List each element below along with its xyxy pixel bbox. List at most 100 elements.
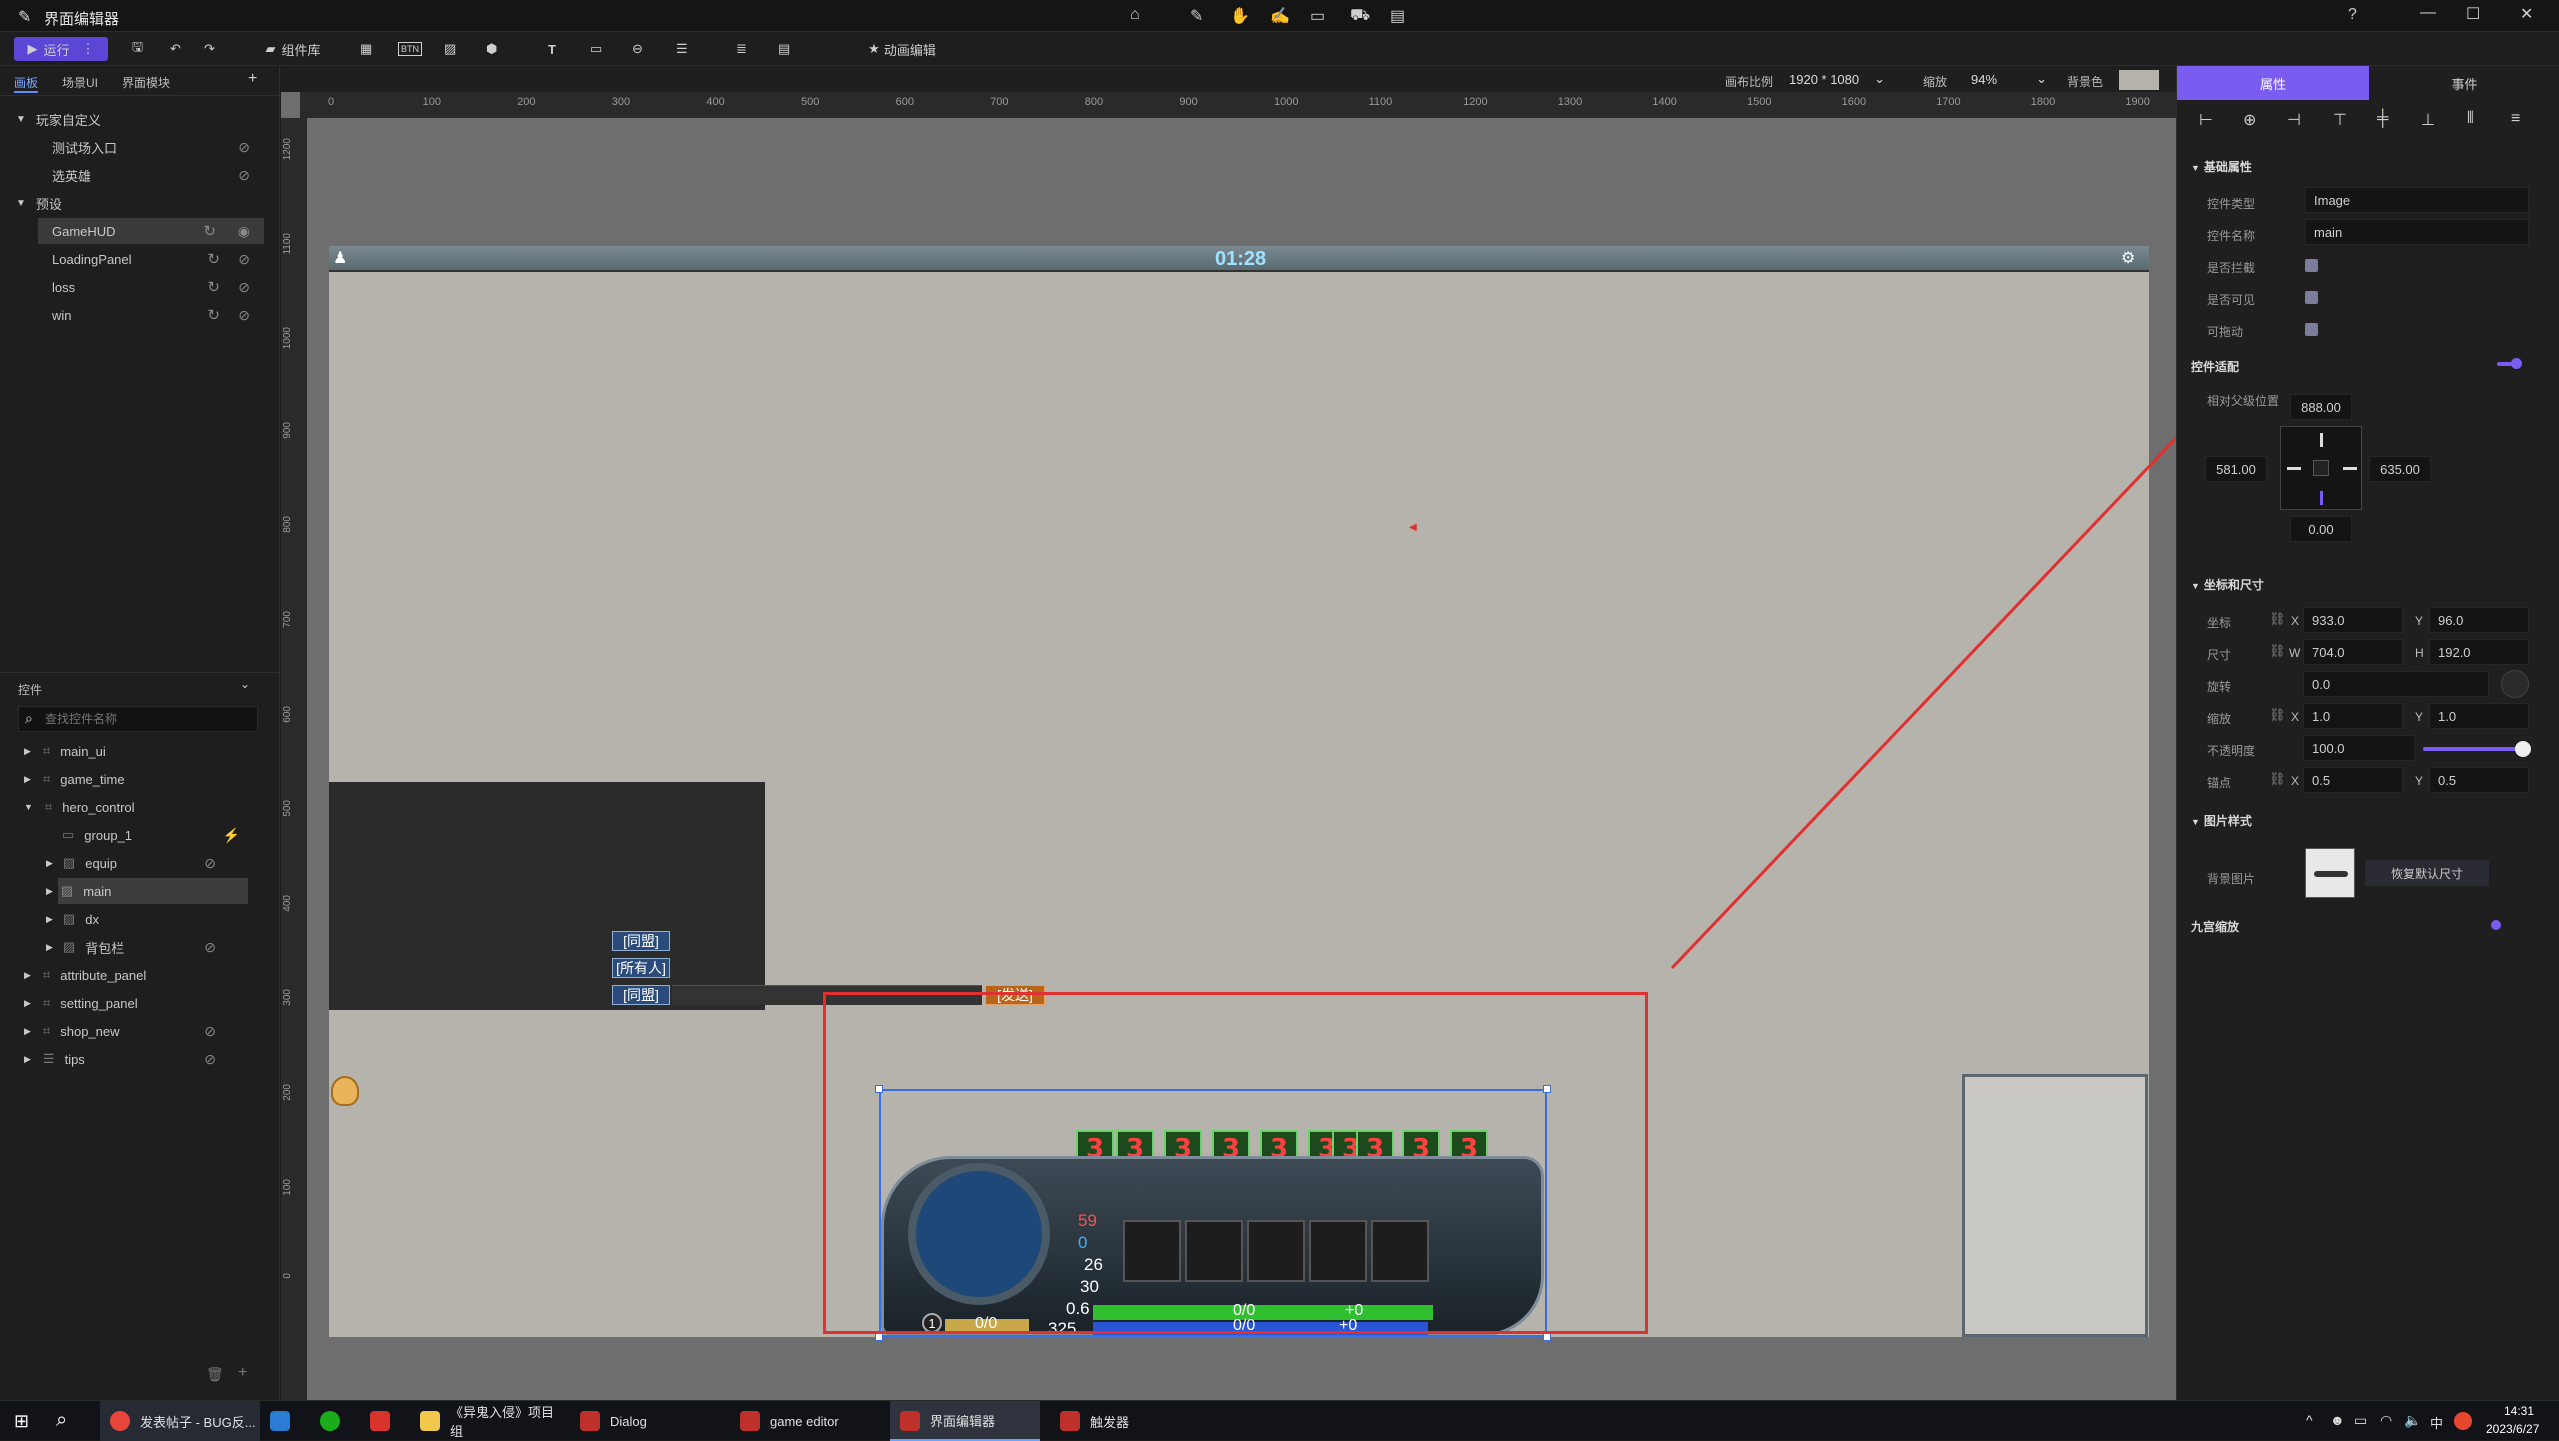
tray-app-icon[interactable]: ☻ xyxy=(2330,1412,2345,1428)
taskbar-app[interactable]: 发表帖子 - BUG反... xyxy=(100,1401,260,1441)
restore-size-button[interactable]: 恢复默认尺寸 xyxy=(2365,860,2489,886)
visible-checkbox[interactable] xyxy=(2305,291,2318,304)
x-label: X xyxy=(2291,614,2300,628)
pos-y-field[interactable]: 96.0 xyxy=(2429,607,2529,633)
draggable-checkbox[interactable] xyxy=(2305,323,2318,336)
windows-start-icon[interactable]: ⊞ xyxy=(14,1411,29,1432)
link-icon[interactable]: ⛓ xyxy=(2269,643,2286,659)
name-label: 控件名称 xyxy=(2207,229,2256,243)
scale-x-field[interactable]: 1.0 xyxy=(2303,703,2403,729)
tab-events[interactable]: 事件 xyxy=(2369,66,2559,100)
nine-slice-toggle[interactable] xyxy=(2491,920,2501,930)
editor-icon xyxy=(740,1411,760,1431)
taskbar-app[interactable]: 触发器 xyxy=(1050,1401,1200,1441)
taskbar: ⊞ ⌕ 发表帖子 - BUG反... 《异鬼入侵》项目组 Dialog game… xyxy=(0,1400,2559,1441)
distribute-h-icon[interactable]: ⫴ xyxy=(2467,110,2474,128)
link-icon[interactable]: ⛓ xyxy=(2269,771,2286,787)
pivot-x-field[interactable]: 0.5 xyxy=(2303,767,2403,793)
anchor-bottom-bar xyxy=(2320,491,2323,505)
align-top-icon[interactable]: ⊤ xyxy=(2333,110,2347,130)
x-label: X xyxy=(2291,774,2300,788)
anchor-bottom-field[interactable]: 0.00 xyxy=(2290,516,2352,542)
taskbar-app-label: 《异鬼入侵》项目组 xyxy=(450,1405,555,1439)
section-coords[interactable]: ▼ 坐标和尺寸 xyxy=(2191,576,2264,593)
opacity-field[interactable]: 100.0 xyxy=(2303,735,2415,761)
anchor-widget[interactable] xyxy=(2280,426,2362,510)
taskbar-app-active[interactable]: 界面编辑器 xyxy=(890,1401,1040,1441)
type-label: 控件类型 xyxy=(2207,197,2256,211)
align-bottom-icon[interactable]: ⊥ xyxy=(2421,110,2435,130)
size-w-field[interactable]: 704.0 xyxy=(2303,639,2403,665)
section-coords-title: 坐标和尺寸 xyxy=(2203,578,2264,592)
scale-y-field[interactable]: 1.0 xyxy=(2429,703,2529,729)
y-label: Y xyxy=(2415,614,2424,628)
opacity-slider[interactable] xyxy=(2423,747,2523,751)
wifi-icon[interactable]: ◠ xyxy=(2380,1412,2392,1429)
size-h-field[interactable]: 192.0 xyxy=(2429,639,2529,665)
clock-time: 14:31 xyxy=(2504,1404,2535,1418)
scale-label: 缩放 xyxy=(2207,712,2232,726)
editor-icon xyxy=(1060,1411,1080,1431)
nine-slice-label: 九宫缩放 xyxy=(2191,920,2240,934)
taskbar-app[interactable]: Dialog xyxy=(570,1401,720,1441)
align-right-icon[interactable]: ⊣ xyxy=(2287,110,2301,130)
rotation-field[interactable]: 0.0 xyxy=(2303,671,2489,697)
bg-image-thumbnail[interactable] xyxy=(2305,848,2355,898)
adapt-toggle-knob xyxy=(2511,358,2522,369)
wechat-icon[interactable] xyxy=(320,1411,340,1431)
rotation-label: 旋转 xyxy=(2207,680,2232,694)
y-label: Y xyxy=(2415,710,2424,724)
section-image[interactable]: ▼ 图片样式 xyxy=(2191,812,2252,829)
anchor-right-field[interactable]: 635.00 xyxy=(2369,456,2431,482)
align-left-icon[interactable]: ⊢ xyxy=(2199,110,2213,130)
ime-indicator[interactable]: 中 xyxy=(2430,1413,2443,1432)
link-icon[interactable]: ⛓ xyxy=(2269,611,2286,627)
section-basic[interactable]: ▼ 基础属性 xyxy=(2191,158,2252,175)
align-hcenter-icon[interactable]: ⊕ xyxy=(2243,110,2256,130)
folder-icon xyxy=(420,1411,440,1431)
pivot-y-field[interactable]: 0.5 xyxy=(2429,767,2529,793)
editor-icon xyxy=(580,1411,600,1431)
tray-chevron-icon[interactable]: ^ xyxy=(2306,1412,2313,1428)
size-label: 尺寸 xyxy=(2207,648,2232,662)
wps-icon[interactable] xyxy=(370,1411,390,1431)
battery-icon[interactable]: ▭ xyxy=(2354,1412,2367,1429)
caret-icon: ▼ xyxy=(2191,581,2200,591)
tab-properties[interactable]: 属性 xyxy=(2177,66,2369,100)
intercept-label: 是否拦截 xyxy=(2207,261,2256,275)
volume-icon[interactable]: 🔈 xyxy=(2404,1412,2421,1429)
caret-icon: ▼ xyxy=(2191,163,2200,173)
pos-x-field[interactable]: 933.0 xyxy=(2303,607,2403,633)
intercept-checkbox[interactable] xyxy=(2305,259,2318,272)
anchor-left-field[interactable]: 581.00 xyxy=(2205,456,2267,482)
taskbar-app[interactable]: 《异鬼入侵》项目组 xyxy=(410,1401,560,1441)
y-label: Y xyxy=(2415,774,2424,788)
taskbar-app[interactable]: game editor xyxy=(730,1401,880,1441)
adapt-label: 控件适配 xyxy=(2191,360,2240,374)
properties-panel: 属性 事件 ⊢ ⊕ ⊣ ⊤ ╪ ⊥ ⫴ ≡ ▼ 基础属性 控件类型 Image 控… xyxy=(2176,66,2559,1400)
anchor-center xyxy=(2313,460,2329,476)
anchor-right-bar xyxy=(2343,467,2357,470)
h-label: H xyxy=(2415,646,2424,660)
caret-icon: ▼ xyxy=(2191,817,2200,827)
search-icon[interactable]: ⌕ xyxy=(56,1409,67,1432)
anchor-top-bar xyxy=(2320,433,2323,447)
rotation-dial[interactable] xyxy=(2501,670,2529,698)
edge-icon[interactable] xyxy=(270,1411,290,1431)
chrome-icon xyxy=(110,1411,130,1431)
align-vcenter-icon[interactable]: ╪ xyxy=(2377,110,2388,128)
anchor-left-bar xyxy=(2287,467,2301,470)
opacity-slider-knob[interactable] xyxy=(2515,741,2531,757)
distribute-v-icon[interactable]: ≡ xyxy=(2511,110,2520,128)
taskbar-app-label: Dialog xyxy=(610,1413,647,1429)
name-field[interactable]: main xyxy=(2305,219,2529,245)
section-image-title: 图片样式 xyxy=(2203,814,2252,828)
sogou-icon[interactable] xyxy=(2454,1412,2472,1430)
bg-image-label: 背景图片 xyxy=(2207,872,2256,886)
draggable-label: 可拖动 xyxy=(2207,325,2244,339)
anchor-top-field[interactable]: 888.00 xyxy=(2290,394,2352,420)
type-field[interactable]: Image xyxy=(2305,187,2529,213)
link-icon[interactable]: ⛓ xyxy=(2269,707,2286,723)
w-label: W xyxy=(2289,646,2301,660)
taskbar-app-label: game editor xyxy=(770,1413,839,1429)
